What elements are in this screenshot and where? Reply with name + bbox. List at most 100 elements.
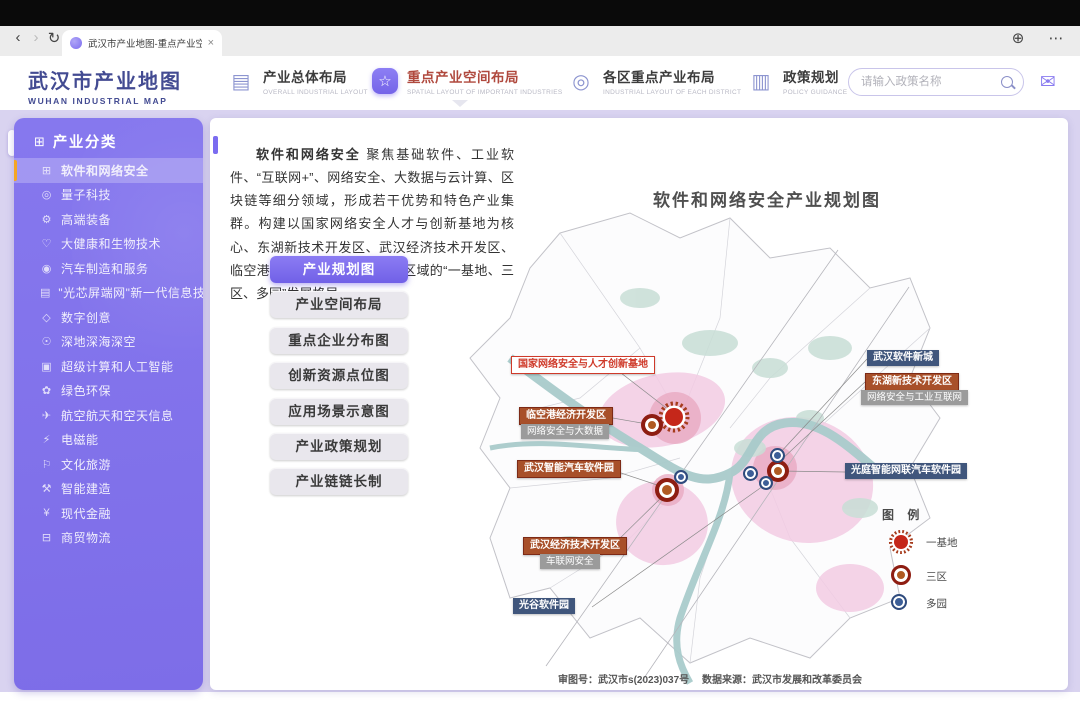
quantum-icon: ◎	[40, 188, 53, 201]
map-label-connected-vehicle-security: 车联网安全	[540, 554, 600, 569]
sidebar-item-health-biotech[interactable]: ♡ 大健康和生物技术	[14, 232, 203, 257]
marker-park-dot	[770, 448, 785, 463]
tab-title: 武汉市产业地图-重点产业空…	[88, 36, 202, 50]
browser-menu-icon[interactable]: ⋯	[1046, 29, 1066, 47]
sidebar-item-auto-manufacturing[interactable]: ◉ 汽车制造和服务	[14, 256, 203, 281]
flower-icon: ✿	[40, 384, 53, 397]
heart-icon: ♡	[40, 237, 53, 250]
nav-title: 重点产业空间布局	[407, 70, 519, 85]
map-view-button-column: 产业规划图 产业空间布局 重点企业分布图 创新资源点位图 应用场景示意图 产业政…	[270, 256, 408, 495]
sidebar-item-label: 量子科技	[61, 186, 111, 203]
sidebar-item-label: 汽车制造和服务	[61, 260, 149, 277]
nav-subtitle: OVERALL INDUSTRIAL LAYOUT	[263, 89, 368, 96]
nav-subtitle: POLICY GUIDANCE	[783, 89, 847, 96]
sidebar-item-aerospace[interactable]: ✈ 航空航天和空天信息	[14, 403, 203, 428]
tab-close-icon[interactable]: ×	[208, 37, 214, 49]
map-title: 软件和网络安全产业规划图	[653, 186, 881, 211]
sidebar-item-label: 高端装备	[61, 211, 111, 228]
nav-subtitle: INDUSTRIAL LAYOUT OF EACH DISTRICT	[603, 89, 741, 96]
marker-park-dot	[674, 470, 688, 484]
industry-category-sidebar: ⊞ 产业分类 ⊞ 软件和网络安全 ◎ 量子科技 ⚙ 高端装备 ♡ 大健康和生物技…	[14, 118, 203, 690]
legend-label-district: 三区	[926, 569, 947, 584]
policy-book-icon: ▥	[748, 69, 774, 94]
marker-district-ring	[641, 414, 663, 436]
sidebar-item-supercomputing-ai[interactable]: ▣ 超级计算和人工智能	[14, 354, 203, 379]
legend-title: 图 例	[882, 506, 924, 523]
chip-icon: ▣	[40, 360, 53, 373]
active-indicator-bar	[14, 160, 17, 181]
sidebar-title: 产业分类	[53, 131, 117, 152]
sidebar-item-electromagnetic[interactable]: ⚡ 电磁能	[14, 428, 203, 453]
map-label-linkonggang-zone: 临空港经济开发区	[519, 407, 613, 425]
map-label-guanggu-software-park: 光谷软件园	[513, 598, 575, 614]
map-label-cybersecurity-bigdata: 网络安全与大数据	[521, 424, 609, 439]
sidebar-item-deep-earth-sea-space[interactable]: ☉ 深地深海深空	[14, 330, 203, 355]
button-industry-chain-chief[interactable]: 产业链链长制	[270, 468, 408, 495]
district-pin-icon: ◎	[568, 69, 594, 94]
sidebar-item-high-end-equipment[interactable]: ⚙ 高端装备	[14, 207, 203, 232]
refresh-icon[interactable]: ↻	[44, 29, 64, 47]
layers-icon: ▤	[228, 69, 254, 94]
legend-base-sunburst-icon	[887, 528, 915, 556]
sidebar-item-label: 软件和网络安全	[61, 162, 149, 179]
nav-title: 各区重点产业布局	[603, 70, 715, 85]
tab-favicon-icon	[70, 37, 82, 49]
sidebar-item-label: 航空航天和空天信息	[61, 407, 174, 424]
sidebar-item-culture-tourism[interactable]: ⚐ 文化旅游	[14, 452, 203, 477]
hammer-icon: ⚒	[40, 482, 53, 495]
sidebar-item-modern-finance[interactable]: ¥ 现代金融	[14, 501, 203, 526]
legend-park-dot-icon	[891, 594, 907, 610]
map-label-guangting-vehicle-software-park: 光庭智能网联汽车软件园	[845, 463, 967, 479]
sidebar-header: ⊞ 产业分类	[34, 131, 117, 152]
sidebar-item-green-environment[interactable]: ✿ 绿色环保	[14, 379, 203, 404]
marker-park-dot	[759, 476, 773, 490]
sidebar-item-software-network-security[interactable]: ⊞ 软件和网络安全	[14, 158, 203, 183]
nav-title: 产业总体布局	[263, 70, 347, 85]
map-footnote: 审图号：武汉市s(2023)037号 数据来源：武汉市发展和改革委员会	[510, 671, 910, 686]
main-panel: 软件和网络安全 聚焦基础软件、工业软件、“互联网+”、网络安全、大数据与云计算、…	[210, 118, 1068, 690]
button-industry-policy-planning[interactable]: 产业政策规划	[270, 433, 408, 460]
map-label-wuhan-software-city: 武汉软件新城	[867, 350, 939, 366]
button-key-enterprise-distribution[interactable]: 重点企业分布图	[270, 327, 408, 354]
policy-search-box[interactable]	[848, 68, 1024, 96]
sidebar-item-quantum-tech[interactable]: ◎ 量子科技	[14, 183, 203, 208]
car-icon: ◉	[40, 262, 53, 275]
flag-icon: ⚐	[40, 458, 53, 471]
nav-policy-planning[interactable]: ▥ 政策规划 POLICY GUIDANCE	[748, 66, 847, 96]
search-input[interactable]	[859, 75, 995, 89]
button-innovation-resource-points[interactable]: 创新资源点位图	[270, 362, 408, 389]
button-industry-spatial-layout[interactable]: 产业空间布局	[270, 291, 408, 318]
sidebar-item-label: 深地深海深空	[61, 333, 136, 350]
mail-icon[interactable]: ✉	[1040, 71, 1056, 94]
logo-title: 武汉市产业地图	[28, 65, 182, 94]
sidebar-item-label: 文化旅游	[61, 456, 111, 473]
sidebar-item-list: ⊞ 软件和网络安全 ◎ 量子科技 ⚙ 高端装备 ♡ 大健康和生物技术 ◉ 汽车制…	[14, 158, 203, 550]
spark-icon: ◇	[40, 311, 53, 324]
sidebar-item-digital-creative[interactable]: ◇ 数字创意	[14, 305, 203, 330]
sidebar-item-label: 大健康和生物技术	[61, 235, 161, 252]
gear-icon: ⚙	[40, 213, 53, 226]
button-application-scenarios[interactable]: 应用场景示意图	[270, 398, 408, 425]
screen-top-bar	[0, 0, 1080, 26]
marker-park-dot	[743, 466, 758, 481]
globe-icon[interactable]: ⊕	[1008, 29, 1028, 47]
nav-district-layout[interactable]: ◎ 各区重点产业布局 INDUSTRIAL LAYOUT OF EACH DIS…	[568, 66, 741, 96]
sidebar-item-label: 超级计算和人工智能	[61, 358, 174, 375]
back-icon[interactable]: ‹	[8, 29, 28, 46]
nav-key-industry-spatial-layout[interactable]: ☆ 重点产业空间布局 SPATIAL LAYOUT OF IMPORTANT I…	[372, 66, 563, 96]
button-industry-planning-map[interactable]: 产业规划图	[270, 256, 408, 283]
intro-lead: 软件和网络安全	[256, 147, 361, 162]
app-header: 武汉市产业地图 WUHAN INDUSTRIAL MAP ▤ 产业总体布局 OV…	[0, 56, 1080, 111]
forward-icon[interactable]: ›	[26, 29, 46, 46]
sidebar-item-trade-logistics[interactable]: ⊟ 商贸物流	[14, 526, 203, 551]
sidebar-item-label: 智能建造	[61, 480, 111, 497]
map-label-wuhan-economic-zone: 武汉经济技术开发区	[523, 537, 627, 555]
nav-overall-layout[interactable]: ▤ 产业总体布局 OVERALL INDUSTRIAL LAYOUT	[228, 66, 368, 96]
sidebar-item-next-gen-it[interactable]: ▤ "光芯屏端网"新一代信息技术	[14, 281, 203, 306]
sidebar-item-smart-construction[interactable]: ⚒ 智能建造	[14, 477, 203, 502]
map-label-national-cybersecurity-base: 国家网络安全与人才创新基地	[511, 356, 655, 374]
sidebar-item-label: 绿色环保	[61, 382, 111, 399]
search-icon[interactable]	[1001, 76, 1013, 88]
legend-district-ring-icon	[891, 565, 911, 585]
browser-tab[interactable]: 武汉市产业地图-重点产业空… ×	[62, 30, 222, 56]
